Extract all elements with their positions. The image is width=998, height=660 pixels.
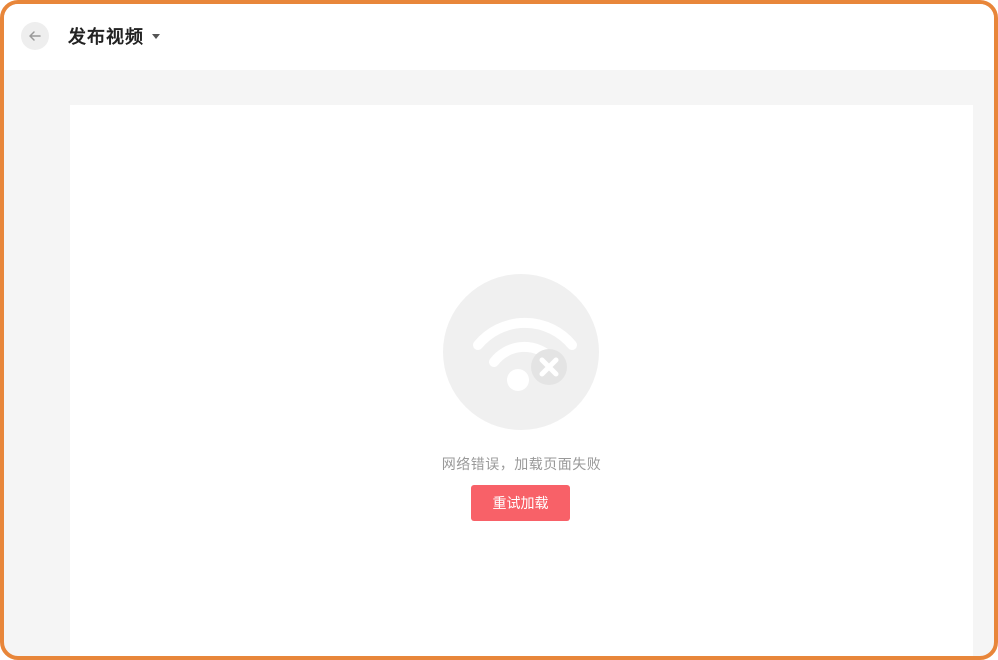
error-message: 网络错误，加载页面失败 xyxy=(441,457,602,473)
retry-button[interactable]: 重试加载 xyxy=(471,485,570,521)
content-panel: 网络错误，加载页面失败 重试加载 xyxy=(70,105,973,656)
caret-down-icon xyxy=(152,33,160,39)
page-title: 发布视频 xyxy=(68,27,144,48)
app-window: 发布视频 网络错误，加载页面失败 重试加载 xyxy=(0,0,998,660)
title-dropdown[interactable]: 发布视频 xyxy=(68,22,160,50)
arrow-left-icon xyxy=(29,31,41,41)
back-button[interactable] xyxy=(21,22,49,50)
wifi-off-icon xyxy=(443,274,599,430)
header-bar: 发布视频 xyxy=(4,4,994,70)
